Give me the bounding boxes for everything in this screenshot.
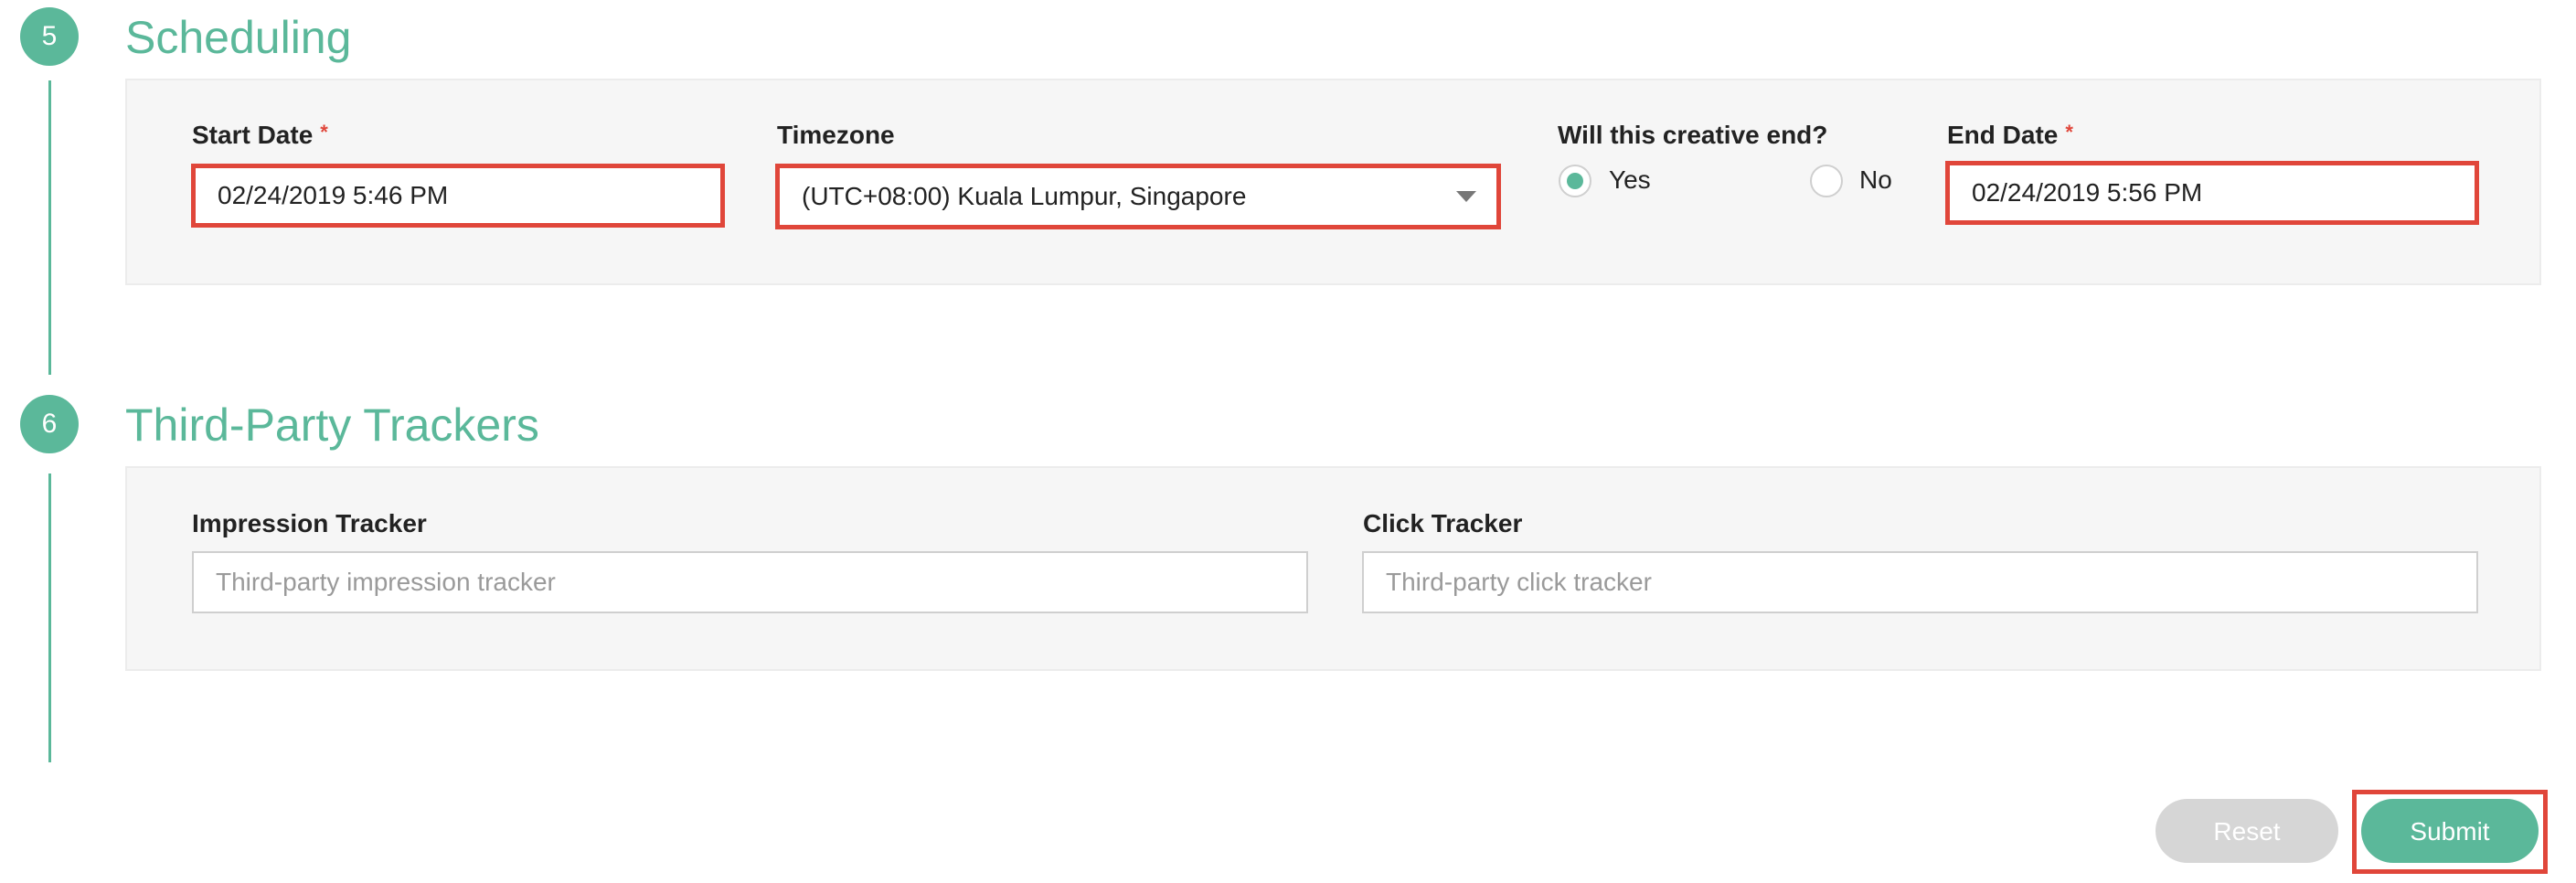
section-title-trackers: Third-Party Trackers xyxy=(125,399,539,451)
end-date-field[interactable] xyxy=(1945,161,2479,225)
timezone-selected-value: (UTC+08:00) Kuala Lumpur, Singapore xyxy=(802,182,1247,210)
start-date-input[interactable] xyxy=(218,181,698,210)
creative-end-no-label[interactable]: No xyxy=(1859,167,1892,193)
creative-end-no-radio[interactable] xyxy=(1810,165,1843,197)
step-number-scheduling: 5 xyxy=(20,7,79,66)
start-date-field[interactable] xyxy=(191,164,725,228)
timeline-line-trackers xyxy=(48,473,51,762)
creative-end-yes-label[interactable]: Yes xyxy=(1609,167,1651,193)
click-tracker-field[interactable] xyxy=(1362,551,2478,613)
step-number-trackers: 6 xyxy=(20,395,79,453)
timeline-line-scheduling xyxy=(48,80,51,375)
impression-tracker-label: Impression Tracker xyxy=(192,509,427,537)
reset-button[interactable]: Reset xyxy=(2156,799,2338,863)
click-tracker-input[interactable] xyxy=(1386,568,2454,597)
creative-end-label: Will this creative end? xyxy=(1558,121,1828,149)
page: 5 Scheduling Start Date * Timezone (UTC+0… xyxy=(0,0,2576,883)
required-marker: * xyxy=(320,121,328,144)
chevron-down-icon xyxy=(1456,191,1476,202)
click-tracker-label: Click Tracker xyxy=(1363,509,1523,537)
end-date-label: End Date * xyxy=(1947,122,2073,148)
required-marker: * xyxy=(2065,121,2073,144)
start-date-label-text: Start Date xyxy=(192,121,314,149)
timezone-select[interactable]: (UTC+08:00) Kuala Lumpur, Singapore xyxy=(775,164,1501,229)
impression-tracker-input[interactable] xyxy=(216,568,1284,597)
end-date-label-text: End Date xyxy=(1947,121,2059,149)
creative-end-yes-radio[interactable] xyxy=(1559,165,1591,197)
timezone-label: Timezone xyxy=(777,121,895,149)
start-date-label: Start Date * xyxy=(192,122,328,148)
impression-tracker-field[interactable] xyxy=(192,551,1308,613)
submit-button[interactable]: Submit xyxy=(2361,799,2539,863)
end-date-input[interactable] xyxy=(1972,178,2453,207)
section-title-scheduling: Scheduling xyxy=(125,12,352,63)
